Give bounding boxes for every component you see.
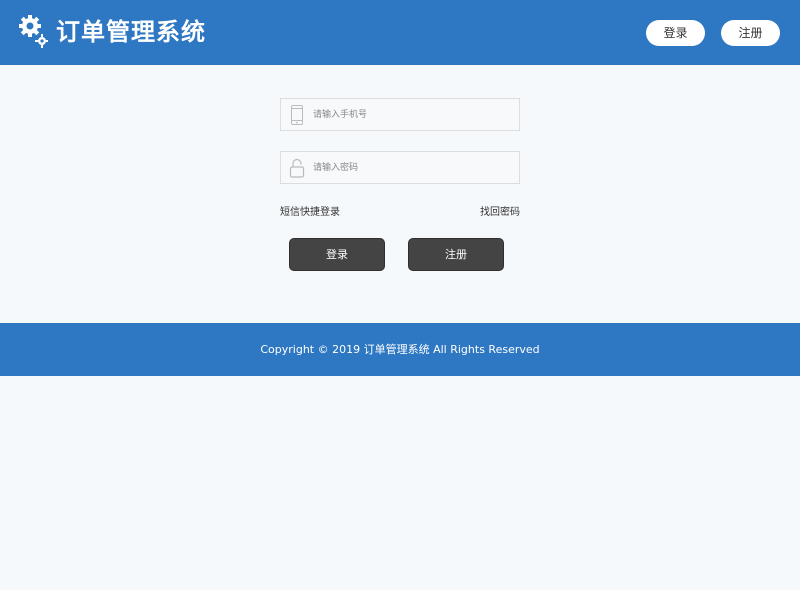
register-button[interactable]: 注册 (408, 238, 504, 271)
header-bar: 订单管理系统 登录 注册 (0, 0, 800, 65)
app-title: 订单管理系统 (56, 18, 206, 46)
header-login-button[interactable]: 登录 (646, 20, 705, 46)
phone-input[interactable] (313, 99, 513, 130)
page: 订单管理系统 登录 注册 短信快捷登录 找回密码 登录 注册 Copyright… (0, 0, 800, 590)
footer-bar: Copyright © 2019 订单管理系统 All Rights Reser… (0, 323, 800, 376)
password-input[interactable] (313, 152, 513, 183)
mobile-phone-icon (291, 105, 303, 125)
copyright-text: Copyright © 2019 订单管理系统 All Rights Reser… (260, 343, 540, 356)
forgot-password-link[interactable]: 找回密码 (480, 205, 520, 221)
unlock-icon (289, 158, 305, 178)
password-field[interactable] (280, 151, 520, 184)
sms-login-link[interactable]: 短信快捷登录 (280, 205, 340, 221)
login-button[interactable]: 登录 (289, 238, 385, 271)
gears-icon (19, 15, 48, 48)
phone-field[interactable] (280, 98, 520, 131)
header-register-button[interactable]: 注册 (721, 20, 780, 46)
